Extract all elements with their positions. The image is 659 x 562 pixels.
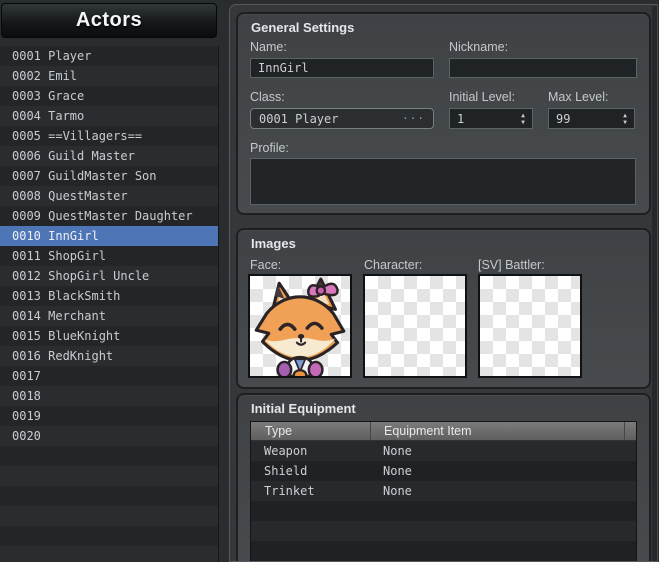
spin-up-icon[interactable]: ▲ <box>521 112 525 119</box>
actor-list-item-0016[interactable]: 0016 RedKnight <box>0 346 218 366</box>
initial-level-value: 1 <box>457 111 465 126</box>
equipment-item-cell: None <box>383 484 412 498</box>
actor-list-item-0005[interactable]: 0005 ==Villagers== <box>0 126 218 146</box>
column-header-type[interactable]: Type <box>251 422 370 440</box>
actors-panel-title: Actors <box>75 9 143 31</box>
spin-up-icon[interactable]: ▲ <box>623 112 627 119</box>
spin-down-icon[interactable]: ▼ <box>521 119 525 126</box>
initial-equipment-group: Initial Equipment Type Equipment Item We… <box>236 393 651 561</box>
actor-list-item-0019[interactable]: 0019 <box>0 406 218 426</box>
actor-list-item-0017[interactable]: 0017 <box>0 366 218 386</box>
equipment-item-cell: None <box>383 444 412 458</box>
max-level-value: 99 <box>556 111 571 126</box>
equipment-row-shield[interactable]: Shield None <box>251 461 636 481</box>
character-image-box[interactable] <box>363 274 467 378</box>
equipment-row-trinket[interactable]: Trinket None <box>251 481 636 501</box>
face-label: Face: <box>250 258 282 272</box>
images-title: Images <box>251 236 296 251</box>
name-label: Name: <box>250 40 287 54</box>
spin-down-icon[interactable]: ▼ <box>623 119 627 126</box>
actor-list-item-0018[interactable]: 0018 <box>0 386 218 406</box>
right-pane-scrollbar[interactable] <box>652 6 657 561</box>
actor-list-item-0010[interactable]: 0010 InnGirl <box>0 226 218 246</box>
actor-list-item-0014[interactable]: 0014 Merchant <box>0 306 218 326</box>
ellipsis-icon: ··· <box>402 112 425 125</box>
general-settings-group: General Settings Name: Nickname: Class: … <box>236 12 651 215</box>
actor-list-item-0020[interactable]: 0020 <box>0 426 218 446</box>
actor-list-item-0008[interactable]: 0008 QuestMaster <box>0 186 218 206</box>
equipment-item-cell: None <box>383 464 412 478</box>
column-header-spacer <box>624 422 636 440</box>
profile-textarea[interactable] <box>250 158 636 205</box>
actor-list-item-0015[interactable]: 0015 BlueKnight <box>0 326 218 346</box>
max-level-spinbox[interactable]: 99 ▲ ▼ <box>548 108 635 129</box>
equipment-type-cell: Weapon <box>264 444 308 458</box>
actor-settings-pane: General Settings Name: Nickname: Class: … <box>229 4 658 562</box>
actor-list-item-0007[interactable]: 0007 GuildMaster Son <box>0 166 218 186</box>
equipment-table-body[interactable]: Weapon None Shield None Trinket None <box>251 441 636 561</box>
equipment-table-header: Type Equipment Item <box>251 422 636 441</box>
sv-battler-image-box[interactable] <box>478 274 582 378</box>
name-input[interactable] <box>250 58 434 78</box>
class-label: Class: <box>250 90 285 104</box>
fox-girl-face-image <box>254 277 346 381</box>
class-value: 0001 Player <box>259 111 339 126</box>
actor-list-item-0009[interactable]: 0009 QuestMaster Daughter <box>0 206 218 226</box>
actor-list-item-0001[interactable]: 0001 Player <box>0 46 218 66</box>
actor-list[interactable]: 0001 Player 0002 Emil 0003 Grace 0004 Tarmo… <box>0 46 219 562</box>
initial-level-label: Initial Level: <box>449 90 516 104</box>
profile-label: Profile: <box>250 141 289 155</box>
initial-level-spinbox[interactable]: 1 ▲ ▼ <box>449 108 533 129</box>
initial-equipment-title: Initial Equipment <box>251 401 356 416</box>
equipment-type-cell: Shield <box>264 464 308 478</box>
class-select-button[interactable]: 0001 Player ··· <box>250 108 434 129</box>
equipment-row-weapon[interactable]: Weapon None <box>251 441 636 461</box>
face-image-box[interactable] <box>248 274 352 381</box>
general-settings-title: General Settings <box>251 20 355 35</box>
actors-panel-header: Actors <box>1 3 217 38</box>
nickname-label: Nickname: <box>449 40 509 54</box>
actor-list-item-0012[interactable]: 0012 ShopGirl Uncle <box>0 266 218 286</box>
sv-battler-label: [SV] Battler: <box>478 258 545 272</box>
max-level-label: Max Level: <box>548 90 609 104</box>
actor-list-item-0006[interactable]: 0006 Guild Master <box>0 146 218 166</box>
equipment-type-cell: Trinket <box>264 484 315 498</box>
images-group: Images Face: Character: [SV] Battler: <box>236 228 651 389</box>
actor-list-item-0013[interactable]: 0013 BlackSmith <box>0 286 218 306</box>
equipment-table: Type Equipment Item Weapon None Shield None… <box>250 421 637 561</box>
actor-list-item-0004[interactable]: 0004 Tarmo <box>0 106 218 126</box>
actor-list-item-0002[interactable]: 0002 Emil <box>0 66 218 86</box>
actor-list-item-0011[interactable]: 0011 ShopGirl <box>0 246 218 266</box>
nickname-input[interactable] <box>449 58 637 78</box>
actor-list-item-0003[interactable]: 0003 Grace <box>0 86 218 106</box>
column-header-equipment-item[interactable]: Equipment Item <box>370 422 624 440</box>
character-label: Character: <box>364 258 423 272</box>
